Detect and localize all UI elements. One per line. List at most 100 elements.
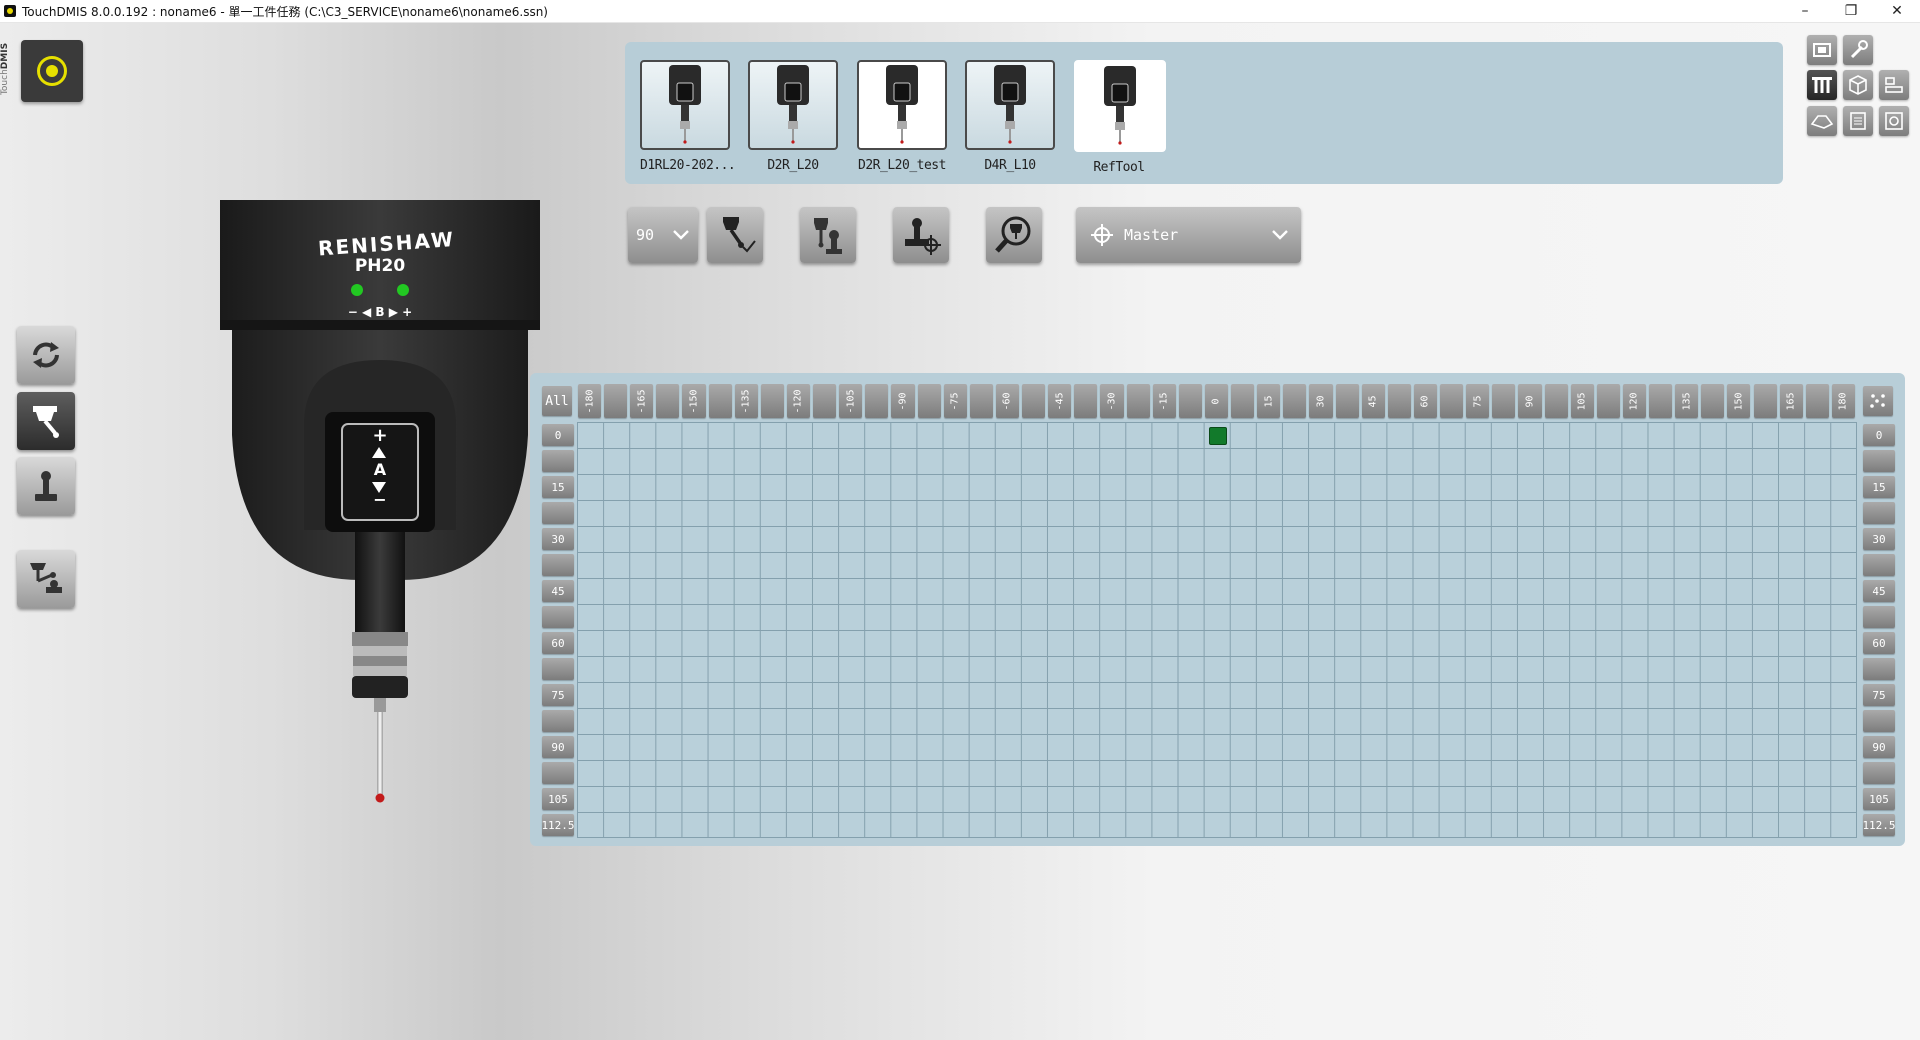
column-header[interactable] (1596, 384, 1620, 418)
column-header[interactable] (813, 384, 837, 418)
column-header[interactable] (1231, 384, 1255, 418)
row-header-left[interactable] (542, 658, 574, 680)
row-header-right[interactable]: 15 (1863, 476, 1895, 498)
row-header-right[interactable]: 30 (1863, 528, 1895, 550)
column-header[interactable]: 45 (1361, 384, 1385, 418)
column-header[interactable]: 105 (1570, 384, 1594, 418)
row-header-left[interactable] (542, 710, 574, 732)
row-header-left[interactable]: 30 (542, 528, 574, 550)
orientation-grid-cells[interactable] (577, 422, 1857, 838)
column-header[interactable] (1178, 384, 1202, 418)
column-header[interactable]: 30 (1309, 384, 1333, 418)
program-button[interactable] (1879, 106, 1909, 136)
column-header[interactable]: -150 (682, 384, 706, 418)
column-header[interactable]: -30 (1100, 384, 1124, 418)
column-header[interactable] (1335, 384, 1359, 418)
active-orientation-cell[interactable] (1209, 427, 1227, 445)
column-header[interactable] (1387, 384, 1411, 418)
column-header[interactable] (1544, 384, 1568, 418)
probe-inspect-button[interactable] (986, 207, 1042, 263)
tool-item[interactable]: D1RL20-202... (640, 60, 736, 173)
column-header[interactable]: -45 (1048, 384, 1072, 418)
tool-item[interactable]: RefTool (1074, 60, 1166, 175)
column-header[interactable]: 0 (1204, 384, 1229, 418)
column-header[interactable] (604, 384, 628, 418)
qualify-probe-button[interactable] (707, 207, 763, 263)
sphere-locate-button[interactable] (893, 207, 949, 263)
close-button[interactable]: ✕ (1874, 0, 1920, 22)
column-header[interactable]: 180 (1831, 384, 1855, 418)
row-header-left[interactable] (542, 502, 574, 524)
tool-item[interactable]: D2R_L20 (748, 60, 838, 173)
restore-button[interactable]: ❐ (1828, 0, 1874, 22)
column-header[interactable] (1022, 384, 1046, 418)
layout-button[interactable] (1879, 70, 1909, 100)
column-header[interactable]: -90 (891, 384, 915, 418)
row-header-right[interactable]: 105 (1863, 788, 1895, 810)
row-header-left[interactable]: 90 (542, 736, 574, 758)
column-header[interactable] (1126, 384, 1150, 418)
column-header[interactable] (1492, 384, 1516, 418)
machine-settings-button[interactable] (1807, 35, 1837, 65)
report-button[interactable] (1843, 106, 1873, 136)
probe-manager-button[interactable] (1807, 70, 1837, 100)
row-header-right[interactable]: 112.5 (1862, 814, 1896, 836)
probe-orientation-button[interactable] (17, 392, 75, 450)
row-header-right[interactable] (1863, 710, 1895, 732)
column-header[interactable]: 135 (1675, 384, 1699, 418)
column-header[interactable]: -135 (734, 384, 758, 418)
column-header[interactable] (1074, 384, 1098, 418)
column-header[interactable]: -180 (578, 384, 602, 418)
probe-qualify-button[interactable] (17, 550, 75, 608)
column-header[interactable]: -105 (839, 384, 863, 418)
column-header[interactable]: 60 (1413, 384, 1438, 418)
cad-button[interactable] (1807, 106, 1837, 136)
column-header[interactable] (1701, 384, 1725, 418)
row-header-left[interactable] (542, 450, 574, 472)
tools-button[interactable] (1843, 35, 1873, 65)
row-header-right[interactable]: 90 (1863, 736, 1895, 758)
column-header[interactable] (1753, 384, 1777, 418)
column-header[interactable]: -165 (630, 384, 654, 418)
column-header[interactable]: 165 (1779, 384, 1803, 418)
row-header-right[interactable]: 45 (1863, 580, 1895, 602)
column-header[interactable] (1649, 384, 1673, 418)
reference-dropdown[interactable]: Master (1076, 207, 1301, 263)
scatter-select-button[interactable] (1863, 386, 1893, 416)
row-header-left[interactable] (542, 606, 574, 628)
row-header-right[interactable] (1863, 554, 1895, 576)
row-header-left[interactable]: 0 (542, 424, 574, 446)
select-all-button[interactable]: All (542, 386, 572, 416)
column-header[interactable] (865, 384, 889, 418)
row-header-left[interactable]: 105 (542, 788, 574, 810)
row-header-right[interactable] (1863, 450, 1895, 472)
row-header-left[interactable]: 75 (542, 684, 574, 706)
row-header-right[interactable] (1863, 502, 1895, 524)
row-header-right[interactable]: 75 (1863, 684, 1895, 706)
minimize-button[interactable]: – (1782, 0, 1828, 22)
column-header[interactable]: -75 (943, 384, 967, 418)
probe-vertical-button[interactable] (17, 457, 75, 515)
tool-item[interactable]: D2R_L20_test (857, 60, 947, 173)
column-header[interactable] (760, 384, 784, 418)
column-header[interactable] (917, 384, 941, 418)
row-header-right[interactable] (1863, 606, 1895, 628)
column-header[interactable]: -60 (995, 384, 1020, 418)
refresh-button[interactable] (17, 326, 75, 384)
part-view-button[interactable] (1843, 70, 1873, 100)
probe-calibration-button[interactable] (800, 207, 856, 263)
row-header-left[interactable]: 112.5 (541, 814, 575, 836)
row-header-right[interactable] (1863, 658, 1895, 680)
column-header[interactable] (1283, 384, 1307, 418)
column-header[interactable]: -15 (1152, 384, 1176, 418)
row-header-left[interactable]: 45 (542, 580, 574, 602)
column-header[interactable]: 120 (1622, 384, 1646, 418)
angle-step-dropdown[interactable]: 90 (628, 207, 698, 263)
column-header[interactable] (708, 384, 732, 418)
row-header-left[interactable] (542, 554, 574, 576)
column-header[interactable]: 15 (1257, 384, 1281, 418)
row-header-right[interactable] (1863, 762, 1895, 784)
column-header[interactable] (656, 384, 680, 418)
tool-item[interactable]: D4R_L10 (965, 60, 1055, 173)
column-header[interactable]: -120 (786, 384, 811, 418)
